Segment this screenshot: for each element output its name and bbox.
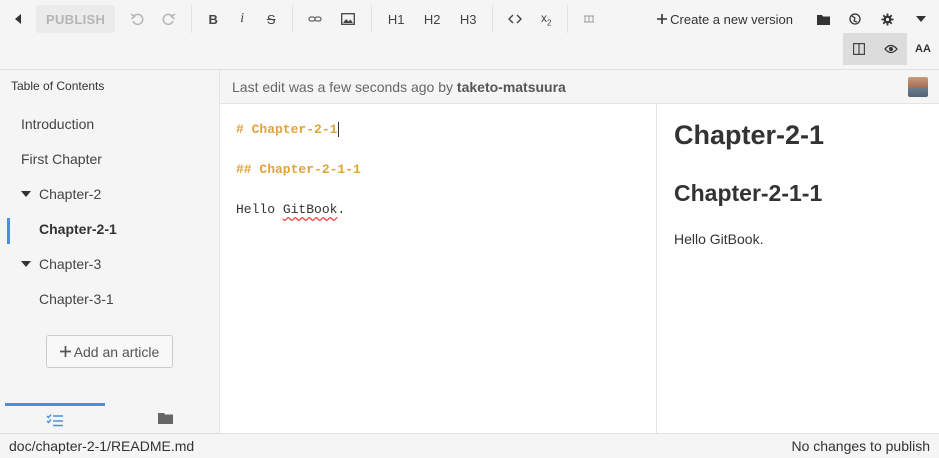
plus-icon	[59, 346, 71, 357]
toolbar-divider	[292, 5, 294, 33]
last-edit-prefix: Last edit was a few seconds ago by	[232, 78, 457, 95]
editor-line-suffix: .	[337, 202, 346, 217]
caret-left-icon	[15, 14, 21, 24]
markdown-editor[interactable]: # Chapter-2-1 ## Chapter-2-1-1 Hello Git…	[220, 104, 657, 433]
preview-toggle-button[interactable]	[875, 33, 907, 65]
link-icon	[308, 16, 322, 22]
editor-toolbar: PUBLISH B i S H1 H2 H3 x2 Create a new v…	[0, 0, 939, 70]
text-cursor	[338, 122, 340, 138]
tab-summary[interactable]	[5, 403, 105, 433]
caret-down-icon[interactable]	[21, 261, 31, 267]
toc-item-label: Chapter-2	[39, 186, 102, 202]
heading2-button[interactable]: H2	[414, 5, 450, 33]
toc-item-chapter-2[interactable]: Chapter-2	[0, 179, 219, 209]
toc-item-label: Chapter-3	[39, 256, 102, 272]
new-version-button[interactable]: Create a new version	[649, 5, 801, 33]
split-view-button[interactable]	[843, 33, 875, 65]
heading3-button[interactable]: H3	[450, 5, 486, 33]
last-edit-bar: Last edit was a few seconds ago by taket…	[220, 70, 939, 104]
code-button[interactable]	[499, 5, 531, 33]
publish-status: No changes to publish	[791, 438, 930, 454]
toc-item-chapter-3[interactable]: Chapter-3	[0, 249, 219, 279]
settings-button[interactable]	[871, 5, 903, 33]
last-edit-text: Last edit was a few seconds ago by taket…	[232, 79, 566, 95]
split-view-icon	[853, 43, 865, 55]
redo-icon	[162, 13, 176, 26]
toc-item-introduction[interactable]: Introduction	[0, 109, 219, 139]
folder-icon	[157, 413, 173, 424]
caret-down-icon	[916, 16, 926, 22]
summary-sidebar: Table of Contents Introduction First Cha…	[0, 70, 220, 433]
editor-line: ## Chapter-2-1-1	[236, 162, 361, 177]
gear-icon	[881, 13, 893, 25]
strikethrough-icon: S	[266, 11, 276, 27]
tab-files[interactable]	[115, 403, 215, 433]
publish-button[interactable]: PUBLISH	[36, 5, 116, 33]
strikethrough-button[interactable]: S	[256, 5, 286, 33]
preview-heading-1: Chapter-2-1	[674, 120, 825, 150]
globe-icon	[849, 13, 861, 25]
markdown-preview: Chapter-2-1 Chapter-2-1-1 Hello GitBook.	[657, 104, 939, 433]
bold-button[interactable]: B	[198, 5, 228, 33]
italic-button[interactable]: i	[228, 5, 256, 33]
toc-item-label: Introduction	[21, 116, 95, 132]
italic-icon: i	[240, 11, 245, 26]
toolbar-divider	[191, 5, 193, 33]
image-icon	[341, 13, 356, 25]
toc-item-chapter-3-1[interactable]: Chapter-3-1	[0, 284, 219, 314]
heading1-button[interactable]: H1	[378, 5, 414, 33]
bold-icon: B	[208, 11, 218, 27]
folder-icon	[816, 14, 830, 25]
undo-icon	[130, 13, 144, 26]
plugins-button[interactable]	[839, 5, 871, 33]
add-article-button[interactable]: Add an article	[46, 335, 173, 368]
math-icon	[584, 15, 595, 23]
font-size-label: AA	[915, 43, 931, 55]
editor-line: Hello GitBook.	[236, 202, 345, 217]
image-button[interactable]	[331, 5, 365, 33]
toggle-sidebar-button[interactable]	[0, 5, 36, 33]
editor-line-text: ## Chapter-2-1-1	[236, 162, 361, 177]
last-edit-user[interactable]: taketo-matsuura	[457, 79, 566, 95]
editor-line-text: # Chapter-2-1	[236, 122, 338, 137]
toc-item-label: First Chapter	[21, 151, 102, 167]
checklist-icon	[46, 413, 63, 426]
subscript-button[interactable]: x2	[531, 5, 561, 33]
files-button[interactable]	[807, 5, 839, 33]
new-version-label: Create a new version	[670, 11, 793, 27]
editor-line: # Chapter-2-1	[236, 122, 340, 138]
toolbar-divider	[371, 5, 373, 33]
link-button[interactable]	[299, 5, 331, 33]
subscript-icon: x2	[540, 10, 552, 28]
font-size-button[interactable]: AA	[907, 33, 939, 65]
toc-item-label: Chapter-2-1	[39, 221, 117, 237]
sidebar-tabs	[0, 403, 219, 433]
code-icon	[508, 14, 523, 24]
preview-paragraph: Hello GitBook.	[674, 231, 764, 247]
toc-item-first-chapter[interactable]: First Chapter	[0, 144, 219, 174]
toc-title: Table of Contents	[11, 79, 105, 93]
redo-button[interactable]	[153, 5, 185, 33]
toolbar-divider	[567, 5, 569, 33]
toolbar-divider	[492, 5, 494, 33]
math-button[interactable]	[574, 5, 604, 33]
undo-button[interactable]	[121, 5, 153, 33]
add-article-label: Add an article	[73, 343, 160, 360]
more-menu-button[interactable]	[903, 5, 939, 33]
avatar[interactable]	[908, 77, 928, 97]
file-path: doc/chapter-2-1/README.md	[9, 438, 195, 454]
toc-item-label: Chapter-3-1	[39, 291, 114, 307]
toc-item-chapter-2-1[interactable]: Chapter-2-1	[0, 214, 219, 244]
eye-icon	[884, 44, 898, 54]
editor-line-prefix: Hello	[236, 202, 283, 217]
status-bar: doc/chapter-2-1/README.md No changes to …	[0, 433, 939, 458]
plus-icon	[657, 14, 668, 24]
preview-heading-2: Chapter-2-1-1	[674, 180, 823, 206]
caret-down-icon[interactable]	[21, 191, 31, 197]
misspelled-word: GitBook	[282, 202, 338, 217]
